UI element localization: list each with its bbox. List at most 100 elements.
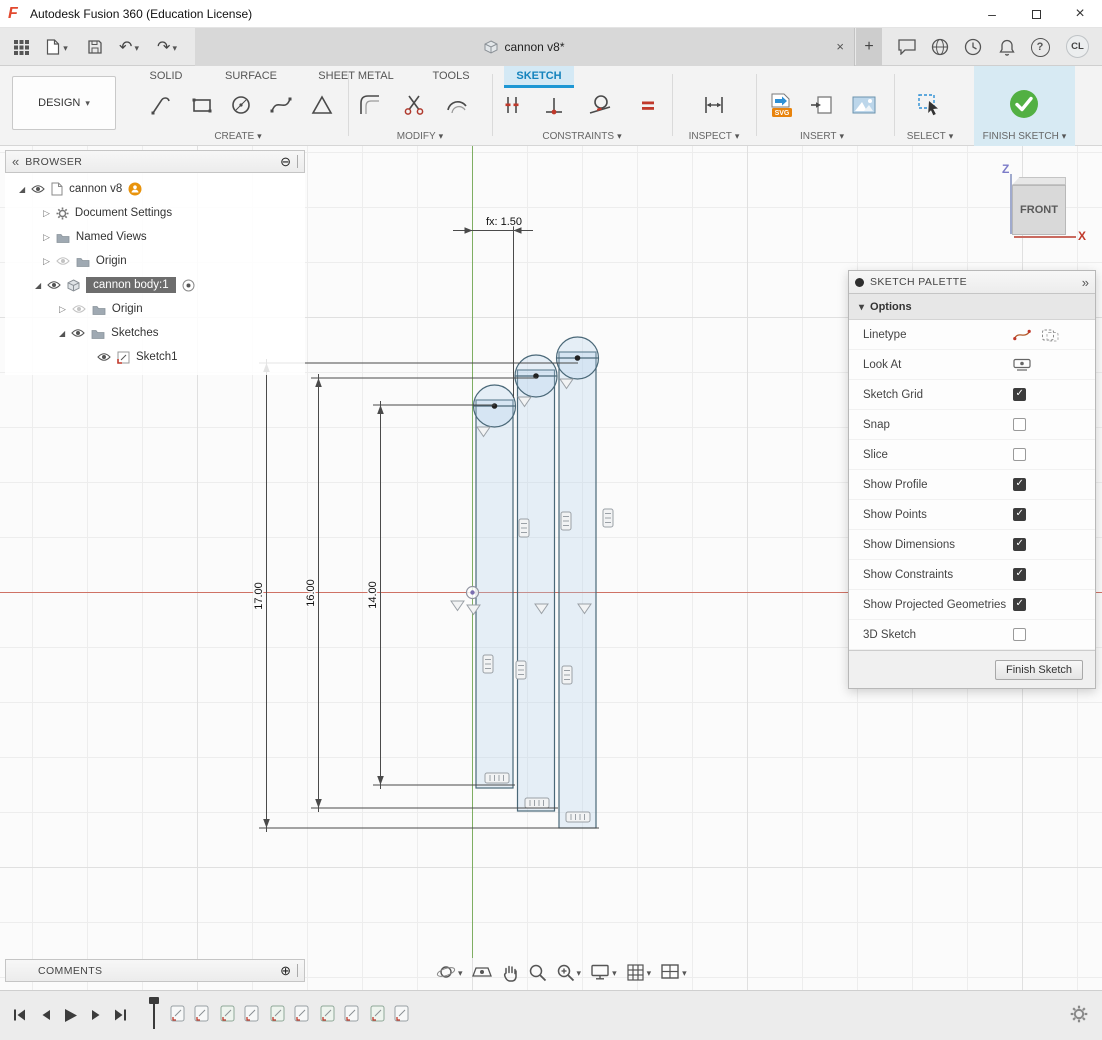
tree-row-document-settings[interactable]: Document Settings xyxy=(5,201,305,225)
finish-sketch-palette-button[interactable]: Finish Sketch xyxy=(995,660,1083,680)
sketch-barrel-1[interactable] xyxy=(474,385,516,788)
document-tab[interactable]: cannon v8* × xyxy=(195,28,855,66)
sketch-palette-header[interactable]: SKETCH PALETTE xyxy=(849,271,1095,294)
timeline-step-back-button[interactable] xyxy=(38,1007,54,1023)
timeline-feature-sketch[interactable] xyxy=(170,1004,186,1023)
collapse-panel-icon[interactable] xyxy=(12,154,19,169)
tree-row-component[interactable]: cannon body:1 xyxy=(5,273,305,297)
workspace-selector[interactable]: DESIGN xyxy=(12,76,116,130)
pan-button[interactable] xyxy=(501,963,519,982)
close-button[interactable] xyxy=(1058,0,1102,28)
timeline-feature-sketch[interactable] xyxy=(320,1004,336,1023)
timeline-feature-sketch[interactable] xyxy=(394,1004,410,1023)
timeline-go-to-start-button[interactable] xyxy=(12,1007,28,1023)
save-button[interactable] xyxy=(82,28,108,66)
linetype-spline-icon[interactable] xyxy=(1013,328,1031,342)
timeline-play-button[interactable] xyxy=(62,1007,79,1024)
display-settings-button[interactable] xyxy=(590,963,617,981)
timeline-feature-sketch[interactable] xyxy=(270,1004,286,1023)
tree-row-origin-2[interactable]: Origin xyxy=(5,297,305,321)
extensions-button[interactable] xyxy=(928,36,952,58)
options-section-header[interactable]: Options xyxy=(849,294,1095,320)
timeline-feature-sketch[interactable] xyxy=(194,1004,210,1023)
timeline-step-forward-button[interactable] xyxy=(88,1007,104,1023)
visibility-eye-icon[interactable] xyxy=(97,352,111,362)
zoom-window-button[interactable] xyxy=(556,963,582,982)
tree-row-origin[interactable]: Origin xyxy=(5,249,305,273)
look-at-button[interactable] xyxy=(472,963,492,981)
browser-header[interactable]: BROWSER xyxy=(5,150,305,173)
create-spline-button[interactable] xyxy=(267,90,295,120)
create-circle-button[interactable] xyxy=(227,90,255,120)
tree-row-sketch1[interactable]: Sketch1 xyxy=(5,345,305,369)
canvas-viewport[interactable]: 17.00 16.00 14.00 xyxy=(0,146,1102,990)
inspect-measure-button[interactable] xyxy=(700,90,728,120)
slice-checkbox[interactable] xyxy=(1013,448,1026,461)
job-status-button[interactable] xyxy=(961,36,985,58)
minimize-button[interactable] xyxy=(970,0,1014,28)
modify-trim-button[interactable] xyxy=(400,90,428,120)
expander-icon[interactable] xyxy=(59,327,65,339)
show-dimensions-checkbox[interactable] xyxy=(1013,538,1026,551)
help-button[interactable]: ? xyxy=(1028,36,1052,58)
constraints-group-dropdown[interactable]: CONSTRAINTS xyxy=(532,130,632,143)
tree-row-root[interactable]: cannon v8 xyxy=(5,177,305,201)
show-constraints-checkbox[interactable] xyxy=(1013,568,1026,581)
zoom-button[interactable] xyxy=(528,963,547,982)
create-group-dropdown[interactable]: CREATE xyxy=(196,130,280,143)
new-tab-button[interactable]: + xyxy=(856,28,882,66)
insert-decal-button[interactable] xyxy=(808,90,836,120)
sketch-3d-checkbox[interactable] xyxy=(1013,628,1026,641)
modify-group-dropdown[interactable]: MODIFY xyxy=(378,130,462,143)
tab-solid[interactable]: SOLID xyxy=(140,66,192,88)
visibility-eye-icon[interactable] xyxy=(71,328,85,338)
expand-panel-icon[interactable] xyxy=(1082,275,1089,290)
tab-sketch[interactable]: SKETCH xyxy=(504,66,574,88)
timeline-feature-sketch[interactable] xyxy=(294,1004,310,1023)
dimension-14-text[interactable]: 14.00 xyxy=(367,581,379,609)
show-points-checkbox[interactable] xyxy=(1013,508,1026,521)
insert-canvas-button[interactable] xyxy=(850,90,878,120)
snap-checkbox[interactable] xyxy=(1013,418,1026,431)
sketch-grid-checkbox[interactable] xyxy=(1013,388,1026,401)
dimension-16-text[interactable]: 16.00 xyxy=(305,579,317,607)
inspect-group-dropdown[interactable]: INSPECT xyxy=(672,130,756,143)
sketch-barrel-3[interactable] xyxy=(557,337,599,828)
tree-row-named-views[interactable]: Named Views xyxy=(5,225,305,249)
modify-offset-button[interactable] xyxy=(443,90,471,120)
timeline-feature-sketch[interactable] xyxy=(220,1004,236,1023)
orbit-button[interactable] xyxy=(436,962,463,982)
tab-surface[interactable]: SURFACE xyxy=(216,66,286,88)
timeline-go-to-end-button[interactable] xyxy=(112,1007,128,1023)
constraint-coincident-button[interactable] xyxy=(540,90,568,120)
comments-header[interactable]: COMMENTS xyxy=(5,959,305,982)
grid-settings-button[interactable] xyxy=(626,963,652,982)
constraint-equal-button[interactable] xyxy=(634,90,662,120)
dimension-fx-text[interactable]: fx: 1.50 xyxy=(486,216,522,228)
tab-tools[interactable]: TOOLS xyxy=(424,66,478,88)
tab-sheet-metal[interactable]: SHEET METAL xyxy=(308,66,404,88)
timeline-settings-gear-button[interactable] xyxy=(1070,1005,1088,1023)
select-group-dropdown[interactable]: SELECT xyxy=(888,130,972,143)
visibility-eye-off-icon[interactable] xyxy=(56,256,70,266)
look-at-icon[interactable] xyxy=(1013,358,1031,371)
select-button[interactable] xyxy=(916,90,944,120)
insert-svg-button[interactable]: SVG xyxy=(768,90,796,120)
expander-icon[interactable] xyxy=(35,279,41,291)
show-profile-checkbox[interactable] xyxy=(1013,478,1026,491)
expander-icon[interactable] xyxy=(43,231,50,243)
notifications-button[interactable] xyxy=(995,36,1019,58)
modify-fillet-button[interactable] xyxy=(356,90,384,120)
user-avatar[interactable]: CL xyxy=(1066,35,1089,58)
create-line-button[interactable] xyxy=(148,90,176,120)
expander-icon[interactable] xyxy=(19,183,25,195)
linetype-construction-icon[interactable] xyxy=(1041,328,1059,342)
tree-row-sketches[interactable]: Sketches xyxy=(5,321,305,345)
visibility-eye-off-icon[interactable] xyxy=(72,304,86,314)
origin-point[interactable] xyxy=(467,587,479,599)
constraint-tangent-button[interactable] xyxy=(586,90,614,120)
app-grid-button[interactable] xyxy=(8,28,34,66)
expander-icon[interactable] xyxy=(43,207,50,219)
show-projected-geometries-checkbox[interactable] xyxy=(1013,598,1026,611)
constraint-horizontal-vertical-button[interactable] xyxy=(498,90,526,120)
